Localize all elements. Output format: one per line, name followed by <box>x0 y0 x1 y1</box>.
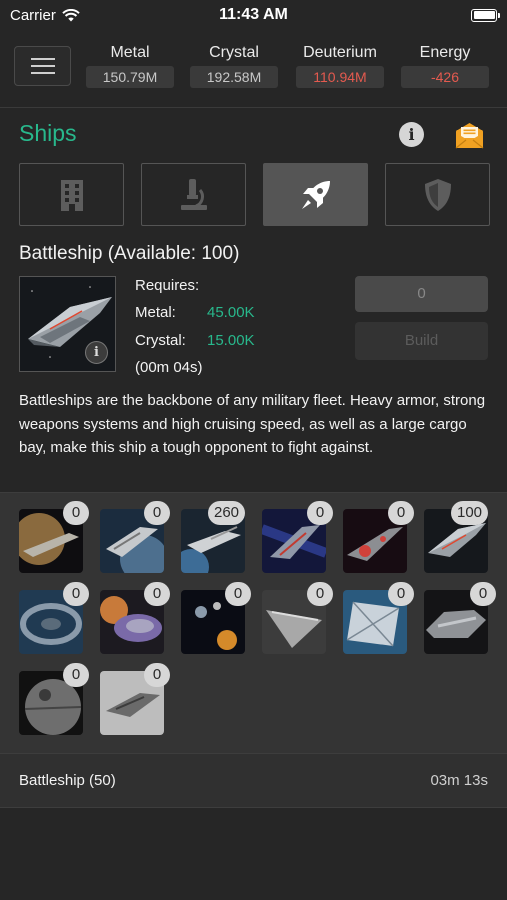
ship-count-badge: 0 <box>144 663 170 687</box>
ship-description: Battleships are the backbone of any mili… <box>19 392 486 456</box>
ship-count-badge: 0 <box>144 501 170 525</box>
requires-label: Requires: <box>135 277 200 294</box>
ship-count-badge: 0 <box>388 501 414 525</box>
resource-value: 150.79M <box>86 66 174 88</box>
resource-label: Metal <box>110 44 150 61</box>
ship-count-badge: 0 <box>388 582 414 606</box>
resource-metal: Metal 150.79M <box>86 44 174 88</box>
resource-label: Energy <box>419 44 471 61</box>
carrier-group: Carrier <box>10 7 80 24</box>
metal-cost-label: Metal: <box>135 304 176 321</box>
tab-defense[interactable] <box>385 163 490 226</box>
info-icon[interactable]: i <box>399 122 424 147</box>
menu-button[interactable] <box>14 46 71 86</box>
rocket-icon <box>301 180 330 209</box>
queue-item-name: Battleship (50) <box>19 772 116 789</box>
ship-count-badge: 0 <box>63 663 89 687</box>
build-button[interactable]: Build <box>355 322 488 360</box>
resource-header: Metal 150.79M Crystal 192.58M Deuterium … <box>0 30 507 108</box>
hamburger-icon-bar <box>30 58 55 60</box>
ship-count-badge: 0 <box>225 582 251 606</box>
status-bar: Carrier <box>0 0 507 30</box>
ship-count-badge: 0 <box>144 582 170 606</box>
queue-item-time: 03m 13s <box>430 772 488 789</box>
carrier-label: Carrier <box>10 6 56 24</box>
hamburger-icon-bar <box>30 65 55 67</box>
ship-info-icon[interactable]: i <box>85 341 108 364</box>
ship-count-badge: 0 <box>63 501 89 525</box>
resource-value: 110.94M <box>296 66 384 88</box>
resource-value: 192.58M <box>190 66 278 88</box>
mail-icon[interactable] <box>455 121 484 149</box>
quantity-input[interactable]: 0 <box>355 276 488 312</box>
tab-research[interactable] <box>141 163 246 226</box>
battery-icon <box>471 8 500 22</box>
tab-ships[interactable] <box>263 163 368 226</box>
resource-crystal: Crystal 192.58M <box>190 44 278 88</box>
crystal-cost-label: Crystal: <box>135 332 186 349</box>
resource-label: Crystal <box>209 44 259 61</box>
ship-detail-title: Battleship (Available: 100) <box>19 243 240 264</box>
ship-count-badge: 0 <box>307 501 333 525</box>
resource-value: -426 <box>401 66 489 88</box>
hamburger-icon-bar <box>30 72 55 74</box>
building-icon <box>60 179 83 211</box>
page-title: Ships <box>19 120 77 146</box>
ship-grid: 0 0 260 0 0 100 0 0 0 0 0 0 0 0 <box>0 492 507 754</box>
build-queue-item[interactable]: Battleship (50) 03m 13s <box>0 754 507 808</box>
crystal-cost-value: 15.00K <box>207 332 255 349</box>
resource-deuterium: Deuterium 110.94M <box>296 44 384 88</box>
ship-count-badge: 260 <box>208 501 246 525</box>
resource-energy: Energy -426 <box>401 44 489 88</box>
wifi-icon <box>62 8 80 21</box>
microscope-icon <box>180 178 207 210</box>
ship-count-badge: 100 <box>451 501 489 525</box>
shield-icon <box>424 178 451 211</box>
build-time: (00m 04s) <box>135 359 203 376</box>
ship-count-badge: 0 <box>63 582 89 606</box>
metal-cost-value: 45.00K <box>207 304 255 321</box>
ship-count-badge: 0 <box>307 582 333 606</box>
resource-label: Deuterium <box>303 44 377 61</box>
tab-buildings[interactable] <box>19 163 124 226</box>
ship-count-badge: 0 <box>470 582 496 606</box>
